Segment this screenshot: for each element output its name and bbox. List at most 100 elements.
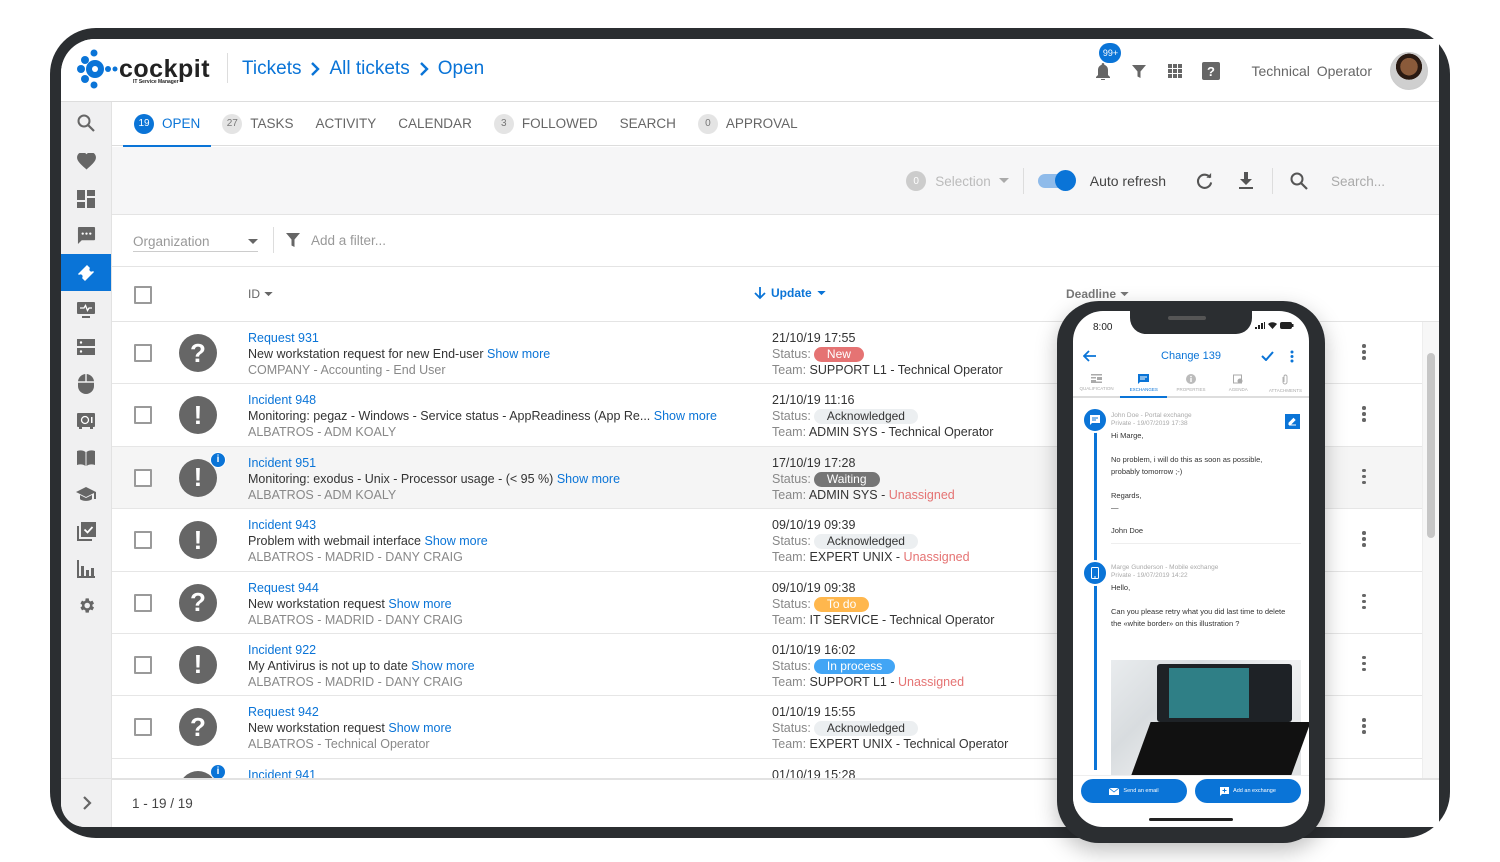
refresh-button[interactable] xyxy=(1186,163,1222,199)
ticket-id-link[interactable]: Incident 943 xyxy=(248,517,488,533)
smartphone-icon xyxy=(1091,567,1099,579)
show-more-link[interactable]: Show more xyxy=(424,534,487,548)
tab-label: FOLLOWED xyxy=(521,116,598,131)
more-vertical-icon[interactable] xyxy=(1362,718,1366,736)
sidebar-item-monitoring[interactable] xyxy=(61,291,111,328)
search-input[interactable]: Search... xyxy=(1331,174,1439,189)
add-exchange-button[interactable]: Add an exchange xyxy=(1195,779,1301,803)
sidebar-expand-button[interactable] xyxy=(61,778,112,827)
add-exchange-label: Add an exchange xyxy=(1233,788,1276,794)
row-checkbox[interactable] xyxy=(134,406,152,425)
download-icon xyxy=(1239,172,1253,189)
show-more-link[interactable]: Show more xyxy=(388,597,451,611)
team-name: ADMIN SYS xyxy=(808,425,878,440)
more-vertical-icon[interactable] xyxy=(1362,468,1366,487)
row-checkbox[interactable] xyxy=(134,344,152,362)
ticket-id-link[interactable]: Request 944 xyxy=(248,580,463,596)
breadcrumb-tickets[interactable]: Tickets xyxy=(242,58,301,80)
attached-image[interactable] xyxy=(1111,660,1309,775)
tab-open[interactable]: 19 OPEN xyxy=(123,102,212,147)
tab-label: TASKS xyxy=(250,116,294,131)
server-icon xyxy=(77,338,95,355)
show-more-link[interactable]: Show more xyxy=(654,409,717,423)
show-more-link[interactable]: Show more xyxy=(411,659,474,673)
row-checkbox[interactable] xyxy=(134,531,152,550)
column-id-sort[interactable]: ID xyxy=(248,287,273,301)
arrow-down-icon xyxy=(754,286,766,299)
more-vertical-icon[interactable] xyxy=(1362,593,1366,612)
column-deadline-sort[interactable]: Deadline xyxy=(1066,287,1129,301)
send-email-button[interactable]: Send an email xyxy=(1081,779,1187,803)
organization-select[interactable]: Organization xyxy=(133,232,258,252)
phone-tab-qualification[interactable]: QUALIFICATION xyxy=(1073,371,1120,396)
sidebar-item-devices[interactable] xyxy=(61,365,111,402)
sidebar-item-tasks[interactable] xyxy=(61,513,111,550)
sidebar-item-dashboard[interactable] xyxy=(61,180,111,217)
selection-dropdown[interactable]: 0 Selection xyxy=(906,171,1009,191)
more-vertical-icon[interactable] xyxy=(1362,406,1366,424)
sidebar-item-assets[interactable] xyxy=(61,402,111,439)
sidebar-item-training[interactable] xyxy=(61,476,111,513)
show-more-link[interactable]: Show more xyxy=(487,347,550,361)
status-badge: Acknowledged xyxy=(813,534,918,550)
phone-tab-properties[interactable]: PROPERTIES xyxy=(1167,371,1214,396)
scrollbar[interactable] xyxy=(1422,322,1439,778)
phone-tab-exchanges[interactable]: EXCHANGES xyxy=(1120,371,1168,398)
tab-followed[interactable]: 3 FOLLOWED xyxy=(483,102,609,146)
ticket-id-link[interactable]: Incident 941 xyxy=(248,767,316,778)
show-more-link[interactable]: Show more xyxy=(388,721,451,735)
row-checkbox[interactable] xyxy=(134,468,152,487)
update-date: 21/10/19 11:16 xyxy=(772,393,855,408)
add-filter-input[interactable]: Add a filter... xyxy=(285,232,386,248)
tab-search[interactable]: SEARCH xyxy=(609,102,687,146)
apps-button[interactable] xyxy=(1157,53,1193,89)
search-button[interactable] xyxy=(1281,163,1317,199)
divider xyxy=(1272,168,1273,194)
column-update-sort[interactable]: Update xyxy=(754,286,826,300)
filter-button[interactable] xyxy=(1121,53,1157,89)
sidebar-item-reports[interactable] xyxy=(61,550,111,587)
sidebar-item-search[interactable] xyxy=(61,102,111,143)
scrollbar-thumb[interactable] xyxy=(1427,353,1435,538)
row-checkbox[interactable] xyxy=(134,655,152,674)
more-vertical-icon[interactable] xyxy=(1290,350,1294,363)
row-checkbox[interactable] xyxy=(134,593,152,612)
assignee: Technical Operator xyxy=(889,612,995,627)
tab-activity[interactable]: ACTIVITY xyxy=(305,102,388,146)
download-button[interactable] xyxy=(1228,163,1264,199)
notifications-button[interactable]: 99+ xyxy=(1085,42,1122,89)
help-icon: ? xyxy=(1202,61,1221,80)
sidebar-item-servers[interactable] xyxy=(61,328,111,365)
ticket-id-link[interactable]: Incident 951 xyxy=(248,455,620,471)
tab-approval[interactable]: 0 APPROVAL xyxy=(687,102,809,146)
user-name[interactable]: Technical Operator xyxy=(1251,63,1372,79)
auto-refresh-toggle[interactable] xyxy=(1037,170,1076,191)
sidebar-item-settings[interactable] xyxy=(61,587,111,624)
show-more-link[interactable]: Show more xyxy=(557,472,620,486)
exchange-message: John Doe - Portal exchange Private - 19/… xyxy=(1111,412,1301,544)
ticket-id-link[interactable]: Request 931 xyxy=(248,330,550,346)
more-vertical-icon[interactable] xyxy=(1362,531,1366,549)
ticket-id-link[interactable]: Request 942 xyxy=(248,704,452,720)
more-vertical-icon[interactable] xyxy=(1362,655,1366,674)
row-checkbox[interactable] xyxy=(134,718,152,737)
sidebar-item-favorites[interactable] xyxy=(61,143,111,180)
phone-tab-attachments[interactable]: ATTACHMENTS xyxy=(1262,371,1309,396)
avatar[interactable] xyxy=(1390,51,1428,90)
check-icon[interactable] xyxy=(1261,351,1274,361)
update-date: 21/10/19 17:55 xyxy=(772,331,856,345)
ticket-id-link[interactable]: Incident 922 xyxy=(248,642,475,658)
more-vertical-icon[interactable] xyxy=(1362,344,1366,362)
tab-tasks[interactable]: 27 TASKS xyxy=(211,102,304,146)
select-all-checkbox[interactable] xyxy=(134,286,152,304)
help-button[interactable]: ? xyxy=(1193,53,1229,89)
tab-calendar[interactable]: CALENDAR xyxy=(387,102,483,146)
speaker xyxy=(1168,316,1206,320)
phone-tab-agenda[interactable]: AGENDA xyxy=(1215,371,1262,396)
sidebar-item-chat[interactable] xyxy=(61,217,111,254)
breadcrumb-all-tickets[interactable]: All tickets xyxy=(329,58,409,80)
ticket-id-link[interactable]: Incident 948 xyxy=(248,392,717,408)
sidebar-item-tickets[interactable] xyxy=(61,254,111,291)
sidebar-item-knowledge[interactable] xyxy=(61,439,111,476)
logo[interactable]: cockpit IT Service Manager xyxy=(75,49,210,89)
